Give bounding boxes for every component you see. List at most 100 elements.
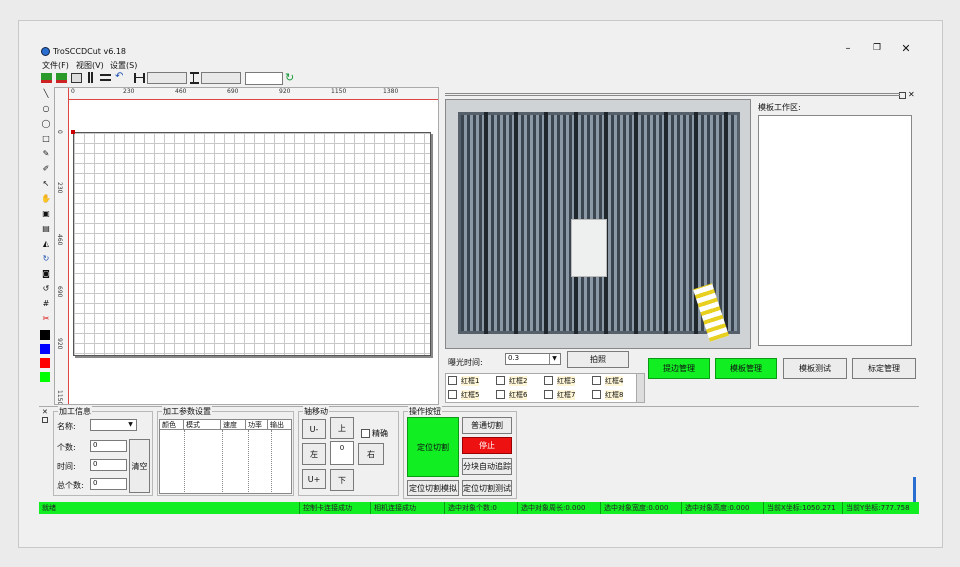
template-management-button[interactable]: 模板管理 — [715, 358, 777, 379]
red-box-checkbox[interactable] — [496, 390, 505, 399]
up-button[interactable]: 上 — [330, 417, 354, 439]
height-input[interactable] — [201, 72, 241, 84]
exposure-label: 曝光时间: — [448, 358, 483, 367]
params-table[interactable]: 颜色 模式 速度 功率 输出 — [159, 419, 292, 494]
red-box-checkbox[interactable] — [496, 376, 505, 385]
block-track-button[interactable]: 分块自动追踪 — [462, 458, 512, 475]
rectangle-tool-icon[interactable]: □ — [41, 134, 51, 144]
clear-button[interactable]: 清空 — [129, 439, 150, 493]
left-button[interactable]: 左 — [302, 443, 326, 465]
frame-tool-icon[interactable]: ◙ — [41, 269, 51, 279]
params-title: 加工参数设置 — [162, 406, 212, 417]
locate-cut-button[interactable]: 定位切割 — [407, 417, 459, 477]
locate-test-button[interactable]: 定位切割测试 — [462, 480, 512, 496]
align-vertical-icon[interactable] — [88, 72, 93, 83]
rotate-tool-icon[interactable]: ↻ — [41, 254, 51, 264]
origin-marker — [71, 130, 75, 134]
time-input[interactable]: 0 — [90, 459, 127, 471]
splitter[interactable] — [445, 93, 900, 96]
color-swatch-red[interactable] — [40, 358, 50, 368]
precise-checkbox[interactable] — [361, 429, 370, 438]
params-col-divider — [222, 430, 223, 494]
save-file-icon[interactable] — [56, 73, 67, 83]
bottom-close-icon[interactable]: ✕ — [42, 408, 48, 416]
select-arrow-icon[interactable]: ↖ — [41, 179, 51, 189]
count-input[interactable]: 0 — [90, 440, 127, 452]
canvas-area[interactable]: 0 230 460 690 920 1150 1380 0 230 460 690 920 1150 — [54, 87, 439, 405]
hand-pan-icon[interactable]: ✋ — [41, 194, 51, 204]
template-test-button[interactable]: 模板测试 — [783, 358, 847, 379]
edge-management-button[interactable]: 提边管理 — [648, 358, 710, 379]
operation-title: 操作按钮 — [408, 406, 442, 417]
params-col-divider — [248, 430, 249, 494]
bottom-pin-icon[interactable] — [42, 417, 48, 423]
menu-settings[interactable]: 设置(S) — [110, 60, 137, 71]
pen-tool-icon[interactable]: ✎ — [41, 149, 51, 159]
left-ruler-tick-label: 0 — [56, 130, 63, 134]
red-box-checkbox[interactable] — [544, 376, 553, 385]
zoom-input[interactable] — [245, 72, 283, 85]
photo-button[interactable]: 拍照 — [567, 351, 629, 368]
u-plus-button[interactable]: U+ — [302, 469, 326, 489]
red-box-label: 红框4 — [605, 376, 624, 386]
minimize-button[interactable]: – — [841, 43, 855, 55]
panel-close-icon[interactable]: ✕ — [908, 90, 915, 99]
image-tool-icon[interactable]: ▣ — [41, 209, 51, 219]
calibration-management-button[interactable]: 标定管理 — [852, 358, 916, 379]
restore-button[interactable]: ❐ — [870, 43, 884, 55]
name-select[interactable]: ▼ — [90, 419, 137, 431]
chevron-down-icon: ▼ — [549, 354, 559, 364]
grid-tool-icon[interactable]: # — [41, 299, 51, 309]
array-tool-icon[interactable]: ▤ — [41, 224, 51, 234]
panel-pin-icon[interactable] — [899, 92, 906, 99]
red-box-checkbox[interactable] — [592, 390, 601, 399]
camera-view — [445, 99, 751, 349]
normal-cut-button[interactable]: 普通切割 — [462, 417, 512, 434]
exposure-select[interactable]: 0.3 ▼ — [505, 353, 561, 365]
top-ruler-tick-label: 920 — [279, 88, 291, 95]
top-ruler-tick-label: 0 — [71, 88, 75, 95]
refresh-icon[interactable]: ↻ — [285, 71, 294, 84]
menu-view[interactable]: 视图(V) — [76, 60, 104, 71]
red-box-scrollbar[interactable] — [636, 374, 644, 402]
red-box-checkbox[interactable] — [448, 376, 457, 385]
color-swatch-blue[interactable] — [40, 344, 50, 354]
total-input[interactable]: 0 — [90, 478, 127, 490]
template-workspace[interactable] — [758, 115, 912, 346]
down-button[interactable]: 下 — [330, 469, 354, 491]
red-box-label: 红框1 — [461, 376, 480, 386]
params-col-output: 输出 — [270, 421, 284, 429]
cut-tool-icon[interactable]: ✂ — [41, 314, 51, 324]
undo-icon[interactable]: ↶ — [115, 71, 123, 82]
undo-tool-icon[interactable]: ↺ — [41, 284, 51, 294]
menu-file[interactable]: 文件(F) — [42, 60, 69, 71]
close-button[interactable]: ✕ — [899, 42, 913, 55]
mirror-tool-icon[interactable]: ◭ — [41, 239, 51, 249]
red-box-checkbox[interactable] — [592, 376, 601, 385]
stop-button[interactable]: 停止 — [462, 437, 512, 454]
locate-simulate-button[interactable]: 定位切割模拟 — [407, 480, 459, 496]
top-ruler-tick-label: 690 — [227, 88, 239, 95]
left-ruler-tick-label: 920 — [56, 338, 63, 350]
line-tool-icon[interactable]: ╲ — [41, 89, 51, 99]
red-box-label: 红框2 — [509, 376, 528, 386]
pencil-tool-icon[interactable]: ✐ — [41, 164, 51, 174]
left-ruler-tick-label: 460 — [56, 234, 63, 246]
ellipse-tool-icon[interactable]: ◯ — [41, 119, 51, 129]
left-ruler-tick-label: 230 — [56, 182, 63, 194]
width-icon — [134, 73, 145, 83]
width-input[interactable] — [147, 72, 187, 84]
align-horizontal-icon[interactable] — [100, 74, 111, 81]
right-button[interactable]: 右 — [358, 443, 384, 465]
circle-tool-icon[interactable]: ○ — [41, 104, 51, 114]
work-grid[interactable] — [73, 132, 431, 356]
color-swatch-black[interactable] — [40, 330, 50, 340]
status-x: 当前X坐标:1050.271 — [763, 502, 836, 514]
step-input[interactable]: 0 — [330, 441, 354, 465]
u-minus-button[interactable]: U- — [302, 419, 326, 439]
layers-icon[interactable] — [71, 73, 82, 83]
red-box-checkbox[interactable] — [544, 390, 553, 399]
color-swatch-green[interactable] — [40, 372, 50, 382]
red-box-checkbox[interactable] — [448, 390, 457, 399]
open-file-icon[interactable] — [41, 73, 52, 83]
